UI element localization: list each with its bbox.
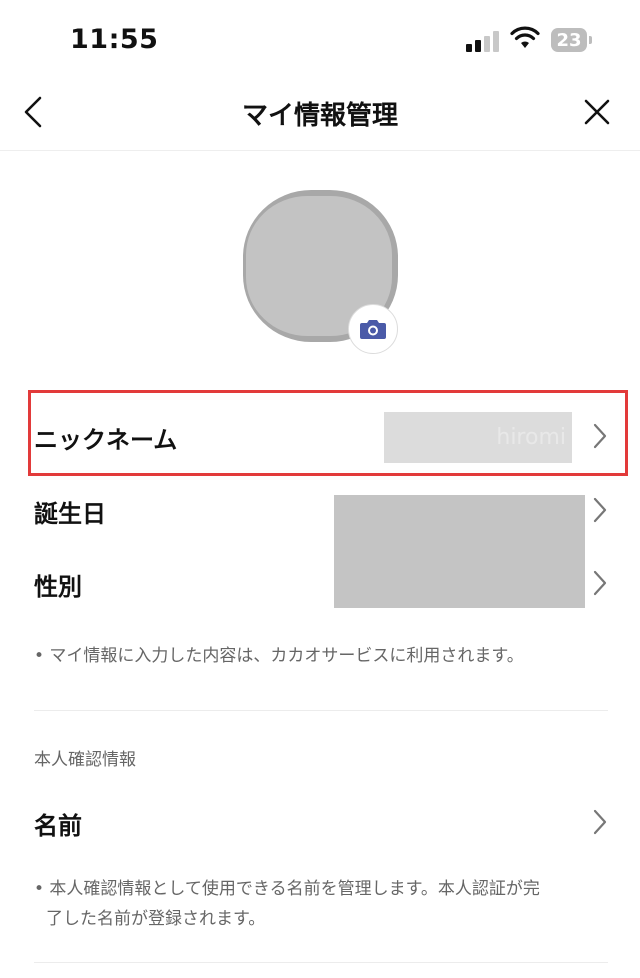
change-photo-button[interactable] (348, 304, 398, 354)
nickname-label: ニックネーム (34, 426, 178, 454)
battery-level: 23 (556, 29, 582, 51)
name-chevron-right-icon[interactable] (592, 808, 608, 836)
identity-section-title: 本人確認情報 (34, 750, 136, 770)
camera-icon (360, 320, 386, 339)
redacted-values (334, 495, 585, 608)
nickname-value[interactable]: hiromi (384, 412, 572, 463)
identity-note-line-1: • 本人確認情報として使用できる名前を管理します。本人認証が完 (34, 879, 540, 899)
wifi-icon (510, 26, 540, 48)
name-label: 名前 (34, 812, 82, 840)
signal-icon (466, 30, 500, 52)
battery-icon: 23 (551, 28, 593, 54)
birthday-chevron-right-icon[interactable] (592, 496, 608, 524)
page-title: マイ情報管理 (241, 101, 398, 131)
section-divider (34, 710, 608, 711)
my-info-note: • マイ情報に入力した内容は、カカオサービスに利用されます。 (34, 646, 524, 666)
birthday-label: 誕生日 (34, 500, 106, 528)
nickname-chevron-right-icon[interactable] (592, 422, 608, 450)
status-time: 11:55 (70, 24, 159, 55)
gender-chevron-right-icon[interactable] (592, 569, 608, 597)
header-divider (0, 150, 640, 151)
bottom-divider (34, 962, 608, 963)
close-icon[interactable] (582, 97, 612, 127)
gender-label: 性別 (34, 573, 82, 601)
identity-note-line-2: 了した名前が登録されます。 (46, 909, 266, 929)
